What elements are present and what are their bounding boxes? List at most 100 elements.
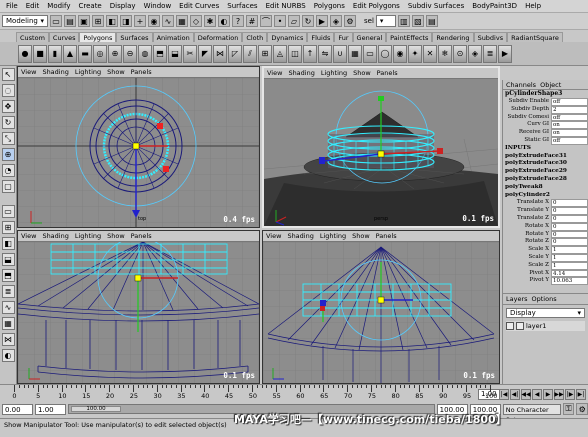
extrude-edge-icon[interactable]: ⬓ <box>168 44 182 63</box>
menu-set-dropdown[interactable]: Modeling ▾ <box>2 15 48 27</box>
menu-help[interactable]: Help <box>521 2 545 10</box>
channel-value[interactable]: off <box>551 136 588 145</box>
channel-value[interactable]: off <box>551 113 588 122</box>
merge-vertex-icon[interactable]: ⋈ <box>213 44 227 63</box>
channel-value[interactable]: off <box>551 98 588 106</box>
select-render-icon[interactable]: ◐ <box>218 15 230 27</box>
channel-name[interactable]: Receive GI <box>503 129 551 137</box>
viewport-menu-shading[interactable]: Shading <box>42 232 68 240</box>
menu-edit-polygons[interactable]: Edit Polygons <box>349 2 404 10</box>
dopesheet-layout-icon[interactable]: ▦ <box>1 317 15 330</box>
animation-start-field[interactable]: 0.00 <box>2 403 34 415</box>
input-node[interactable]: polyCylinder2 <box>503 192 588 200</box>
select-curve-icon[interactable]: ∿ <box>162 15 174 27</box>
render-layout-icon[interactable]: ◐ <box>1 349 15 362</box>
render-view-icon[interactable]: ▶ <box>498 44 512 63</box>
shelf-tab-rendering[interactable]: Rendering <box>432 32 474 42</box>
channel-value[interactable]: 1 <box>551 253 588 262</box>
viewport-canvas[interactable]: top <box>18 78 259 227</box>
outliner-icon[interactable]: ≣ <box>483 44 497 63</box>
channel-name[interactable]: Translate X <box>503 199 551 207</box>
ipr-render-icon[interactable]: ◈ <box>330 15 342 27</box>
persp-graph-layout-icon[interactable]: ⬓ <box>1 253 15 266</box>
hypershade-persp-layout-icon[interactable]: ⬒ <box>1 269 15 282</box>
viewport-menu-shading[interactable]: Shading <box>288 69 314 77</box>
viewport-menu-lighting[interactable]: Lighting <box>75 232 101 240</box>
shelf-tab-general[interactable]: General <box>352 32 387 42</box>
menu-file[interactable]: File <box>2 2 22 10</box>
persp-outliner-layout-icon[interactable]: ◧ <box>1 237 15 250</box>
step-forward-frame-icon[interactable]: ▶▶ <box>554 389 564 400</box>
channel-value[interactable]: 0 <box>551 207 588 215</box>
channel-name[interactable]: Static GI <box>503 137 551 145</box>
viewport-menu-lighting[interactable]: Lighting <box>321 69 347 77</box>
visibility-toggle[interactable] <box>506 322 514 330</box>
step-forward-key-icon[interactable]: |▶ <box>565 389 575 400</box>
channel-value[interactable]: 0 <box>551 222 588 231</box>
freeze-transform-icon[interactable]: ❄ <box>438 44 452 63</box>
graph-editor-layout-icon[interactable]: ∿ <box>1 301 15 314</box>
channel-name[interactable]: Scale Y <box>503 254 551 262</box>
step-back-frame-icon[interactable]: ◀◀ <box>521 389 531 400</box>
menu-edit-nurbs[interactable]: Edit NURBS <box>262 2 310 10</box>
poly-sphere-icon[interactable]: ● <box>18 44 32 63</box>
selection-field[interactable]: ▾ <box>375 15 396 27</box>
viewport-menu-panels[interactable]: Panels <box>131 68 152 76</box>
extrude-face-icon[interactable]: ⬒ <box>153 44 167 63</box>
range-thumb[interactable]: 100.00 <box>71 406 122 412</box>
input-node[interactable]: polyExtrudeFace28 <box>503 176 588 184</box>
channel-row[interactable]: Receive GI on <box>503 129 588 137</box>
layers-menu[interactable]: Layers <box>506 295 528 303</box>
render-icon[interactable]: ▶ <box>316 15 328 27</box>
open-scene-icon[interactable]: ▤ <box>64 15 76 27</box>
input-node[interactable]: polyExtrudeFace29 <box>503 168 588 176</box>
lasso-tool-icon[interactable]: ◌ <box>1 84 15 97</box>
cylindrical-map-icon[interactable]: ◯ <box>378 44 392 63</box>
shelf-tab-animation[interactable]: Animation <box>152 32 194 42</box>
viewport-menu-show[interactable]: Show <box>353 69 371 77</box>
spherical-map-icon[interactable]: ◉ <box>393 44 407 63</box>
channel-value[interactable]: 0 <box>551 238 588 247</box>
four-view-layout-icon[interactable]: ⊞ <box>1 221 15 234</box>
channel-name[interactable]: Translate Z <box>503 215 551 223</box>
channel-value[interactable]: 0 <box>551 230 588 239</box>
show-channel-box-icon[interactable]: ▤ <box>425 15 438 27</box>
channel-name[interactable]: Rotate Y <box>503 231 551 239</box>
viewport-menu-lighting[interactable]: Lighting <box>320 232 346 240</box>
shelf-tab-fluids[interactable]: Fluids <box>307 32 335 42</box>
channel-row[interactable]: Rotate X0 <box>503 222 588 231</box>
viewport-canvas[interactable]: persp <box>264 79 498 226</box>
split-polygon-icon[interactable]: ✂ <box>183 44 197 63</box>
soft-mod-icon[interactable]: ◔ <box>1 164 15 177</box>
menu-create[interactable]: Create <box>74 2 105 10</box>
show-attribute-editor-icon[interactable]: ▥ <box>397 15 410 27</box>
channels-menu[interactable]: Channels <box>506 81 536 89</box>
channel-name[interactable]: Rotate Z <box>503 238 551 246</box>
viewport-menu-shading[interactable]: Shading <box>287 232 313 240</box>
channel-row[interactable]: Scale Y1 <box>503 253 588 262</box>
single-perspective-layout-icon[interactable]: ▭ <box>1 205 15 218</box>
channel-value[interactable]: 4.14 <box>551 269 588 278</box>
template-toggle[interactable] <box>516 322 524 330</box>
channel-name[interactable]: Subdiv Depth <box>503 106 551 114</box>
channel-name[interactable]: Rotate X <box>503 223 551 231</box>
mirror-icon[interactable]: ⇋ <box>318 44 332 63</box>
center-pivot-icon[interactable]: ⊙ <box>453 44 467 63</box>
layer-row[interactable]: layer1 <box>506 321 585 331</box>
channel-value[interactable]: on <box>551 121 588 130</box>
viewport-menu-view[interactable]: View <box>21 68 36 76</box>
viewport-menu-panels[interactable]: Panels <box>131 232 152 240</box>
channel-row[interactable]: Static GI off <box>503 136 588 145</box>
snap-curve-icon[interactable]: ⌒ <box>260 15 272 27</box>
step-back-key-icon[interactable]: ◀| <box>510 389 520 400</box>
channel-row[interactable]: Subdiv Depth 2 <box>503 105 588 114</box>
normals-icon[interactable]: ↑ <box>303 44 317 63</box>
bevel-icon[interactable]: ◤ <box>198 44 212 63</box>
uv-editor-icon[interactable]: ▦ <box>348 44 362 63</box>
shelf-tab-subdivs[interactable]: Subdivs <box>473 32 508 42</box>
select-deform-icon[interactable]: ◇ <box>190 15 202 27</box>
shelf-tab-surfaces[interactable]: Surfaces <box>116 32 153 42</box>
menu-window[interactable]: Window <box>140 2 176 10</box>
hierarchy-mode-icon[interactable]: ⊞ <box>92 15 104 27</box>
channel-name[interactable]: Pivot X <box>503 270 551 278</box>
